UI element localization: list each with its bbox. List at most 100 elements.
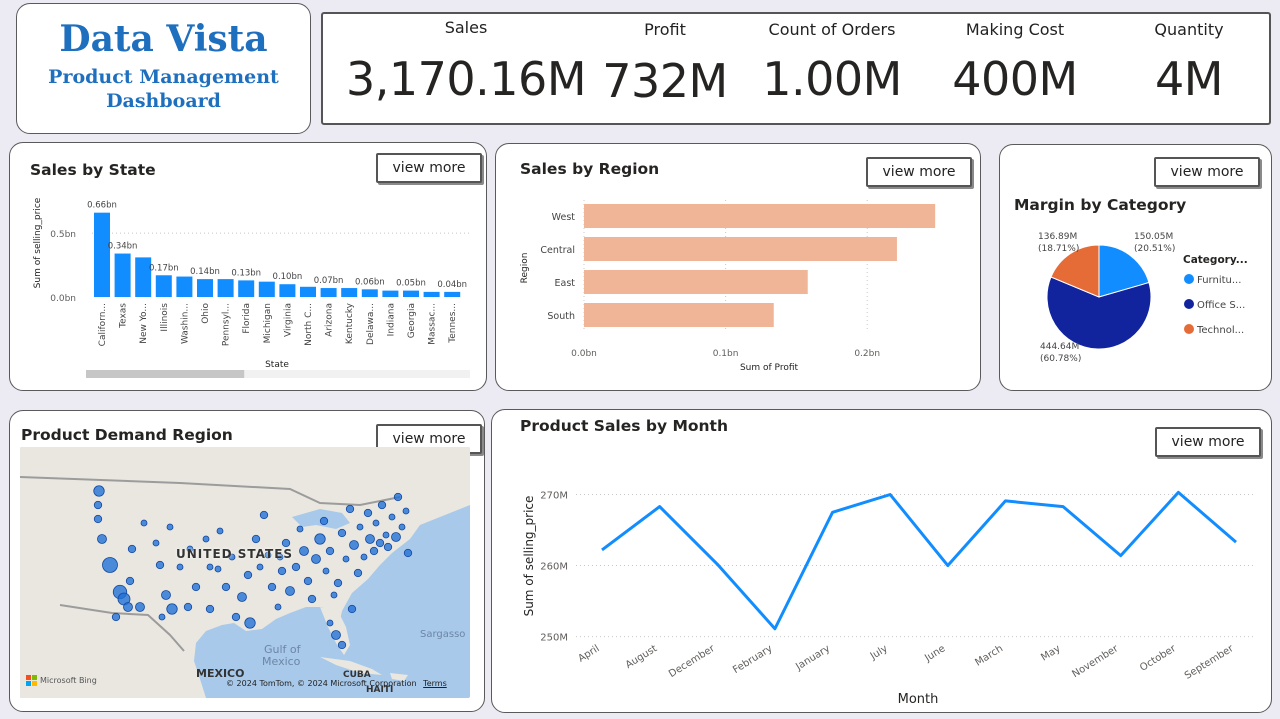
- map-data-point: [337, 640, 347, 650]
- pie-data-label: 444.64M: [1040, 342, 1079, 352]
- sales-by-state-chart: 0.0bn 0.5bn Sum of selling_price 0.66bn Cali…: [33, 197, 470, 378]
- state-bar: [197, 279, 213, 297]
- map-terms-link[interactable]: Terms: [423, 679, 447, 688]
- month-category-label: August: [624, 643, 660, 671]
- map-data-point: [349, 540, 359, 550]
- state-y-axis-title: Sum of selling_price: [33, 197, 43, 288]
- logo-panel: Data Vista Product Management Dashboard: [16, 3, 311, 134]
- kpi-making-cost-label: Making Cost: [965, 20, 1065, 39]
- pie-legend-marker: [1184, 299, 1194, 309]
- map-data-point: [356, 523, 364, 531]
- state-category-label: Kentucky: [345, 302, 355, 344]
- map-data-point: [342, 555, 350, 563]
- bing-label: Microsoft Bing: [40, 676, 97, 685]
- state-data-label: 0.34bn: [108, 242, 138, 252]
- map-data-point: [296, 525, 304, 533]
- month-category-label: October: [1138, 643, 1179, 674]
- map-data-point: [93, 485, 105, 497]
- kpi-quantity-label: Quantity: [1154, 20, 1224, 39]
- map-data-point: [403, 548, 413, 558]
- map-data-point: [319, 516, 329, 526]
- month-ytick-label: 250M: [540, 633, 568, 644]
- region-bar: [584, 237, 897, 261]
- state-bar: [94, 212, 110, 297]
- map-data-point: [307, 594, 317, 604]
- map-data-point: [382, 531, 390, 539]
- map-data-point: [353, 568, 363, 578]
- pie-legend-title: Category...: [1183, 254, 1248, 266]
- state-category-label: Indiana: [386, 303, 396, 336]
- region-category-label: East: [555, 278, 576, 289]
- state-category-label: Ohio: [201, 303, 211, 324]
- bing-logo: Microsoft Bing: [26, 675, 97, 686]
- state-x-axis-title: State: [265, 360, 289, 370]
- pie-legend-label: Technol...: [1196, 325, 1244, 336]
- state-category-label: Washin...: [180, 303, 190, 344]
- margin-by-category-panel: view more Margin by Category 150.05M (20.…: [999, 144, 1272, 391]
- map-data-point: [93, 500, 103, 510]
- state-data-label: 0.04bn: [437, 280, 467, 290]
- state-bar: [258, 281, 275, 297]
- map-data-point: [393, 492, 403, 502]
- state-category-label: Californ...: [98, 303, 108, 346]
- map-data-point: [377, 500, 387, 510]
- product-sales-by-month-chart: 250M 260M 270M April August December February J…: [522, 491, 1256, 707]
- map-data-point: [281, 538, 291, 548]
- state-category-label: North C...: [304, 303, 314, 346]
- state-bar: [217, 279, 234, 297]
- map-data-point: [158, 613, 166, 621]
- sales-by-region-panel: Sales by Region view more 0.0bn 0.1bn 0.2b…: [495, 143, 981, 391]
- map-data-point: [277, 566, 287, 576]
- map-data-point: [331, 630, 341, 640]
- sales-by-state-panel: Sales by State view more 0.0bn 0.5bn Sum o…: [9, 142, 487, 391]
- state-data-label: 0.66bn: [87, 201, 117, 211]
- app-subtitle-line1: Product Management: [48, 66, 279, 88]
- state-scrollbar-thumb: [86, 370, 245, 378]
- kpi-making-cost-value: 400M: [952, 52, 1078, 106]
- state-ytick-label: 0.5bn: [50, 230, 76, 240]
- us-map[interactable]: UNITED STATES Gulf of Mexico MEXICO Sarg…: [20, 447, 470, 698]
- region-bar: [584, 204, 936, 228]
- state-data-label: 0.13bn: [231, 268, 261, 278]
- region-xtick-label: 0.1bn: [713, 349, 739, 359]
- state-bar: [238, 280, 255, 297]
- map-copyright: © 2024 TomTom, © 2024 Microsoft Corporat…: [226, 679, 447, 688]
- month-category-label: January: [793, 643, 832, 673]
- map-data-point: [183, 602, 193, 612]
- region-category-label: West: [552, 212, 576, 223]
- windows-icon: [26, 675, 37, 686]
- map-data-point: [176, 563, 184, 571]
- state-category-label: Michigan: [263, 303, 273, 343]
- state-data-label: 0.05bn: [396, 279, 426, 289]
- map-data-point: [102, 557, 118, 573]
- state-category-label: Illinois: [160, 303, 170, 332]
- map-data-point: [311, 554, 321, 564]
- map-data-point: [398, 523, 406, 531]
- kpi-profit-label: Profit: [644, 20, 686, 39]
- map-data-point: [345, 504, 355, 514]
- state-data-label: 0.14bn: [190, 267, 220, 277]
- kpi-sales-label: Sales: [444, 18, 488, 37]
- state-category-label: Virginia: [283, 303, 293, 337]
- state-category-label: Pennsyl...: [222, 303, 232, 346]
- state-bar: [114, 253, 131, 297]
- state-bar: [279, 284, 296, 297]
- map-data-point: [221, 582, 231, 592]
- month-category-label: June: [922, 643, 947, 664]
- map-data-point: [125, 576, 135, 586]
- region-xtick-label: 0.0bn: [571, 349, 597, 359]
- map-data-point: [259, 510, 269, 520]
- map-data-point: [388, 513, 396, 521]
- month-category-label: September: [1183, 643, 1236, 682]
- pie-legend-marker: [1184, 324, 1194, 334]
- state-category-label: Delawa...: [366, 303, 376, 345]
- map-data-point: [93, 514, 103, 524]
- map-data-point: [140, 519, 148, 527]
- app-title: Data Vista: [59, 18, 268, 60]
- map-data-point: [97, 534, 107, 544]
- map-data-point: [161, 590, 171, 600]
- region-category-label: South: [547, 311, 575, 322]
- state-category-label: Texas: [119, 303, 129, 329]
- map-label-country: UNITED STATES: [176, 547, 294, 561]
- app-subtitle-line2: Dashboard: [106, 90, 221, 112]
